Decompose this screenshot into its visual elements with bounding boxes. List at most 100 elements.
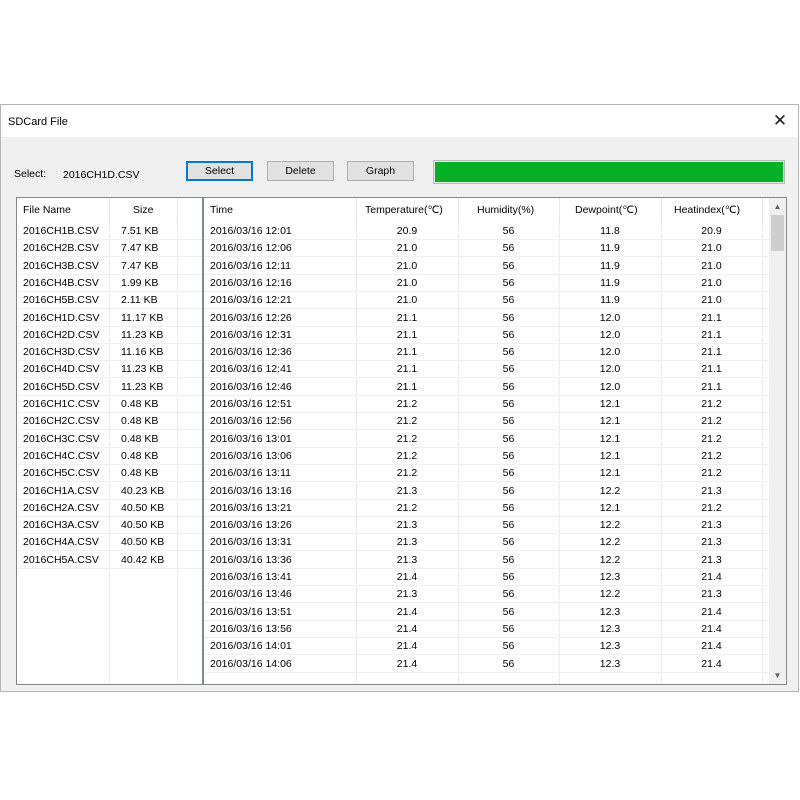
- table-row[interactable]: 2016/03/16 13:51 21.4 56 12.3 21.4: [204, 604, 786, 621]
- heatindex-cell: 21.1: [701, 380, 722, 393]
- file-list-item[interactable]: 2016CH3B.CSV 7.47 KB: [17, 258, 202, 275]
- file-list-item[interactable]: 2016CH2B.CSV 7.47 KB: [17, 240, 202, 258]
- humidity-cell: 56: [502, 242, 515, 255]
- vertical-scrollbar[interactable]: ▲ ▼: [769, 198, 786, 684]
- file-list-item[interactable]: 2016CH4C.CSV 0.48 KB: [17, 448, 202, 465]
- dewpoint-cell: 12.3: [599, 640, 621, 653]
- file-list-item[interactable]: 2016CH5D.CSV 11.23 KB: [17, 379, 202, 396]
- table-row[interactable]: 2016/03/16 12:11 21.0 56 11.9 21.0: [204, 258, 786, 275]
- table-row[interactable]: 2016/03/16 13:16 21.3 56 12.2 21.3: [204, 483, 786, 500]
- scroll-up-icon[interactable]: ▲: [769, 198, 786, 215]
- table-row[interactable]: 2016/03/16 12:06 21.0 56 11.9 21.0: [204, 240, 786, 258]
- column-divider[interactable]: [762, 198, 763, 222]
- temperature-cell: 21.0: [396, 294, 418, 307]
- time-cell: 2016/03/16 13:01: [210, 432, 292, 445]
- file-list-item[interactable]: 2016CH4A.CSV 40.50 KB: [17, 534, 202, 552]
- table-row[interactable]: 2016/03/16 12:51 21.2 56 12.1 21.2: [204, 396, 786, 413]
- file-list-item[interactable]: 2016CH4D.CSV 11.23 KB: [17, 361, 202, 379]
- table-row[interactable]: 2016/03/16 12:31 21.1 56 12.0 21.1: [204, 327, 786, 344]
- column-divider[interactable]: [661, 198, 662, 222]
- table-row[interactable]: 2016/03/16 13:36 21.3 56 12.2 21.3: [204, 552, 786, 569]
- time-cell: 2016/03/16 13:51: [210, 605, 292, 618]
- table-row[interactable]: 2016/03/16 12:36 21.1 56 12.0 21.1: [204, 344, 786, 362]
- dewpoint-cell: 12.1: [599, 415, 621, 428]
- table-row[interactable]: 2016/03/16 12:01 20.9 56 11.8 20.9: [204, 223, 786, 240]
- column-header-heatindex[interactable]: Heatindex(℃): [674, 198, 740, 222]
- time-cell: 2016/03/16 12:51: [210, 398, 292, 410]
- heatindex-cell: 21.3: [701, 536, 722, 549]
- file-list-item[interactable]: 2016CH4B.CSV 1.99 KB: [17, 275, 202, 292]
- table-row[interactable]: 2016/03/16 12:46 21.1 56 12.0 21.1: [204, 379, 786, 396]
- file-size-cell: 0.48 KB: [121, 432, 159, 445]
- heatindex-cell: 21.4: [701, 622, 722, 635]
- time-cell: 2016/03/16 13:46: [210, 588, 292, 601]
- file-list-item[interactable]: 2016CH5B.CSV 2.11 KB: [17, 292, 202, 310]
- close-icon[interactable]: ✕: [766, 109, 794, 133]
- table-row[interactable]: 2016/03/16 12:16 21.0 56 11.9 21.0: [204, 275, 786, 292]
- column-divider[interactable]: [458, 198, 459, 222]
- table-row[interactable]: 2016/03/16 13:31 21.3 56 12.2 21.3: [204, 534, 786, 552]
- time-cell: 2016/03/16 13:16: [210, 484, 292, 497]
- column-header-temperature[interactable]: Temperature(℃): [365, 198, 443, 222]
- table-row[interactable]: 2016/03/16 13:01 21.2 56 12.1 21.2: [204, 431, 786, 448]
- dewpoint-cell: 12.3: [599, 571, 621, 583]
- humidity-cell: 56: [502, 294, 515, 307]
- column-header-time[interactable]: Time: [210, 198, 233, 222]
- temperature-cell: 21.2: [396, 415, 418, 428]
- file-list-item[interactable]: 2016CH1C.CSV 0.48 KB: [17, 396, 202, 413]
- delete-button[interactable]: Delete: [267, 161, 334, 181]
- table-row[interactable]: 2016/03/16 13:56 21.4 56 12.3 21.4: [204, 621, 786, 638]
- humidity-cell: 56: [502, 553, 515, 566]
- table-row[interactable]: 2016/03/16 13:41 21.4 56 12.3 21.4: [204, 569, 786, 586]
- file-name-cell: 2016CH4B.CSV: [23, 276, 99, 289]
- table-row[interactable]: 2016/03/16 12:21 21.0 56 11.9 21.0: [204, 292, 786, 310]
- time-cell: 2016/03/16 13:26: [210, 519, 292, 532]
- file-list-item[interactable]: 2016CH1A.CSV 40.23 KB: [17, 483, 202, 500]
- file-list-item[interactable]: 2016CH1D.CSV 11.17 KB: [17, 310, 202, 327]
- title-bar: SDCard File ✕: [1, 105, 798, 137]
- file-list-item[interactable]: 2016CH5C.CSV 0.48 KB: [17, 465, 202, 483]
- file-list-item[interactable]: 2016CH2D.CSV 11.23 KB: [17, 327, 202, 344]
- heatindex-cell: 21.4: [701, 640, 722, 653]
- table-row[interactable]: 2016/03/16 13:26 21.3 56 12.2 21.3: [204, 517, 786, 535]
- column-divider[interactable]: [177, 198, 178, 222]
- file-size-cell: 0.48 KB: [121, 467, 159, 480]
- heatindex-cell: 21.3: [701, 553, 722, 566]
- table-row[interactable]: 2016/03/16 14:01 21.4 56 12.3 21.4: [204, 638, 786, 656]
- select-label: Select:: [14, 168, 47, 180]
- humidity-cell: 56: [502, 501, 515, 514]
- column-divider[interactable]: [559, 198, 560, 222]
- column-divider[interactable]: [109, 198, 110, 222]
- table-row[interactable]: 2016/03/16 12:56 21.2 56 12.1 21.2: [204, 413, 786, 431]
- temperature-cell: 21.3: [396, 484, 418, 497]
- table-row[interactable]: 2016/03/16 13:21 21.2 56 12.1 21.2: [204, 500, 786, 517]
- graph-button[interactable]: Graph: [347, 161, 414, 181]
- column-header-file-name[interactable]: File Name: [23, 198, 71, 222]
- column-header-humidity[interactable]: Humidity(%): [477, 198, 534, 222]
- file-list-item[interactable]: 2016CH2C.CSV 0.48 KB: [17, 413, 202, 431]
- scrollbar-thumb[interactable]: [771, 215, 784, 251]
- data-table[interactable]: Time Temperature(℃) Humidity(%) Dewpoint…: [203, 197, 787, 685]
- file-list-item[interactable]: 2016CH5A.CSV 40.42 KB: [17, 552, 202, 569]
- column-header-dewpoint[interactable]: Dewpoint(℃): [575, 198, 638, 222]
- table-row[interactable]: 2016/03/16 13:11 21.2 56 12.1 21.2: [204, 465, 786, 483]
- file-list-item[interactable]: 2016CH3C.CSV 0.48 KB: [17, 431, 202, 448]
- table-row[interactable]: 2016/03/16 13:46 21.3 56 12.2 21.3: [204, 586, 786, 604]
- file-list-item[interactable]: 2016CH2A.CSV 40.50 KB: [17, 500, 202, 517]
- table-row[interactable]: 2016/03/16 12:41 21.1 56 12.0 21.1: [204, 361, 786, 379]
- column-divider[interactable]: [356, 198, 357, 222]
- time-cell: 2016/03/16 13:31: [210, 536, 292, 549]
- table-row[interactable]: 2016/03/16 12:26 21.1 56 12.0 21.1: [204, 310, 786, 327]
- dewpoint-cell: 12.2: [599, 536, 621, 549]
- file-list-item[interactable]: 2016CH1B.CSV 7.51 KB: [17, 223, 202, 240]
- scroll-down-icon[interactable]: ▼: [769, 667, 786, 684]
- select-button[interactable]: Select: [186, 161, 253, 181]
- table-row[interactable]: 2016/03/16 14:06 21.4 56 12.3 21.4: [204, 656, 786, 673]
- file-name-cell: 2016CH4D.CSV: [23, 363, 100, 376]
- file-list-item[interactable]: 2016CH3A.CSV 40.50 KB: [17, 517, 202, 535]
- file-list[interactable]: File Name Size 2016CH1B.CSV 7.51 KB 2016CH…: [16, 197, 203, 685]
- table-row[interactable]: 2016/03/16 13:06 21.2 56 12.1 21.2: [204, 448, 786, 465]
- column-header-size[interactable]: Size: [133, 198, 153, 222]
- heatindex-cell: 21.1: [701, 346, 722, 359]
- file-list-item[interactable]: 2016CH3D.CSV 11.16 KB: [17, 344, 202, 362]
